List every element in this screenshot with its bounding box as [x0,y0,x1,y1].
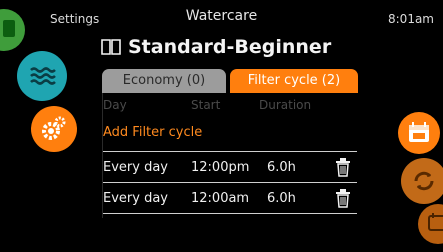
row-start: 12:00am [191,191,250,206]
table-row[interactable]: Every day 12:00am 6.0h [103,185,357,213]
screen-title: Watercare [185,8,258,24]
row-duration: 6.0h [267,160,296,175]
calendar-button[interactable] [398,112,440,154]
tab-bar: Economy (0) Filter cycle (2) [102,69,358,93]
row-day: Every day [103,160,168,175]
filter-cycle-panel: Day Start Duration Add Filter cycle Ever… [102,93,359,218]
cycle-button[interactable] [401,158,443,204]
settings-gear-button[interactable] [31,106,77,152]
column-duration: Duration [259,98,312,112]
column-start: Start [191,98,221,112]
divider [103,213,357,214]
waves-icon [30,67,56,85]
status-bar: Settings Watercare 8:01am [0,0,443,30]
pump-icon [3,20,15,37]
clock: 8:01am [388,12,434,26]
row-duration: 6.0h [267,191,296,206]
divider [103,151,357,152]
row-start: 12:00pm [191,160,250,175]
tab-economy[interactable]: Economy (0) [102,69,226,93]
calendar-icon [409,122,429,142]
waves-button[interactable] [17,51,67,101]
mode-title: Standard-Beginner [100,36,340,58]
trash-icon[interactable] [335,188,351,208]
gear-icon [42,116,66,140]
table-row[interactable]: Every day 12:00pm 6.0h [103,154,357,182]
pump-button[interactable] [0,9,25,51]
calendar-clock-icon [428,213,443,231]
trash-icon[interactable] [335,157,351,177]
row-day: Every day [103,191,168,206]
tab-filter-cycle[interactable]: Filter cycle (2) [230,69,358,93]
add-filter-cycle-link[interactable]: Add Filter cycle [103,125,202,140]
divider [103,182,357,183]
column-day: Day [103,98,127,112]
schedule-button[interactable] [418,204,443,244]
book-icon [101,39,121,55]
mode-name: Standard-Beginner [128,36,332,58]
cycle-icon [414,171,434,191]
